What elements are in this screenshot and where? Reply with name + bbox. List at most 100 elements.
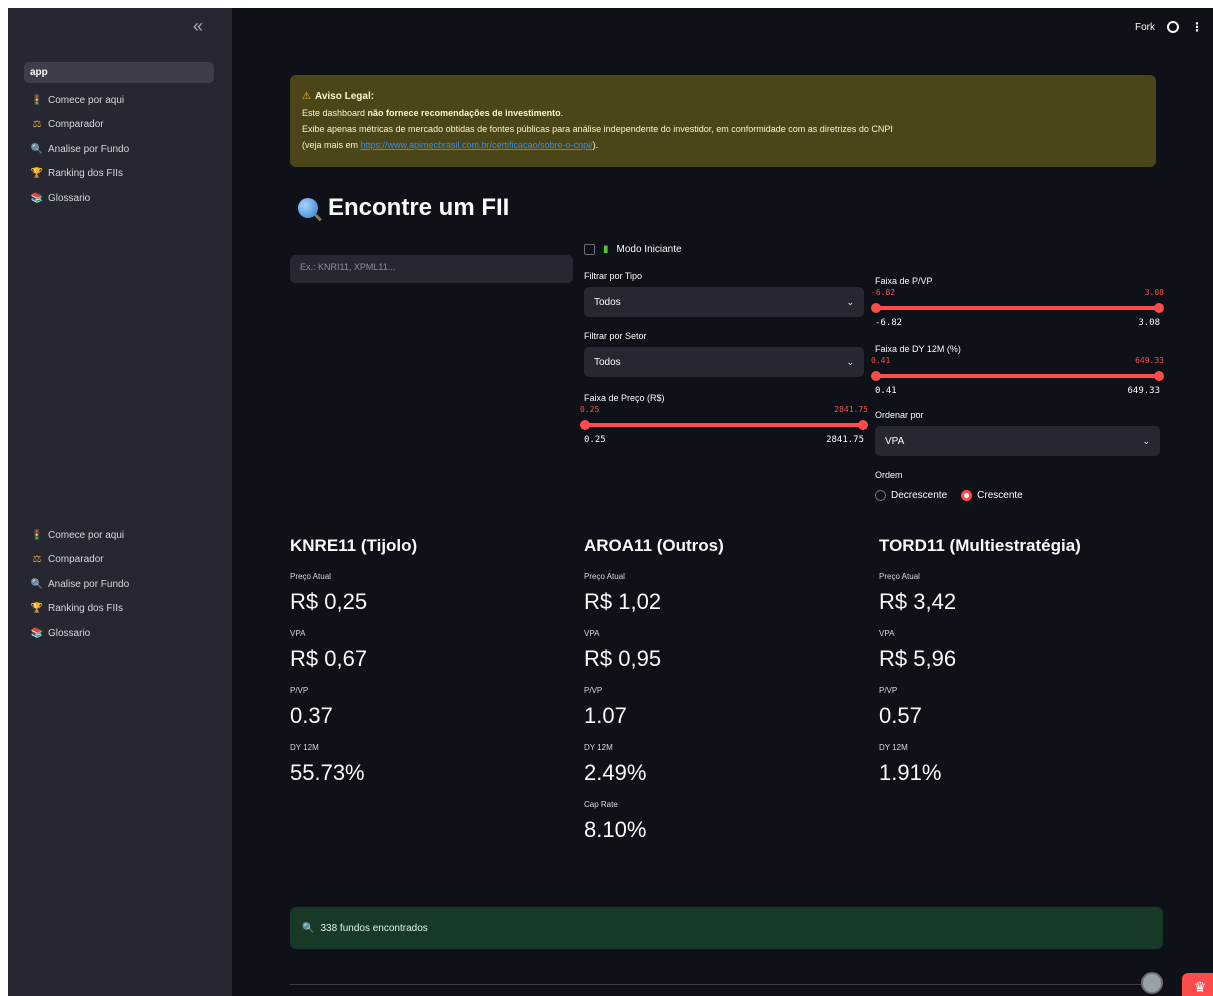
metric: VPA R$ 5,96 <box>879 629 1159 672</box>
sidebar-item-ranking[interactable]: 🏆 Ranking dos FIIs <box>24 597 214 622</box>
page-title-row: Encontre um FII <box>298 194 509 222</box>
fund-card: TORD11 (Multiestratégia) Preço Atual R$ 3… <box>879 536 1159 800</box>
sidebar-item-comparador[interactable]: ⚖ Comparador <box>24 548 214 573</box>
metric-value: 0.37 <box>290 703 333 728</box>
filters-column-3: Faixa de P/VP -6.82 3.08 -6.82 3.08 Faix… <box>871 276 1164 501</box>
preco-min-thumb-value: 0.25 <box>580 405 600 414</box>
radio-label: Decrescente <box>891 490 948 502</box>
pvp-min-thumb-value: -6.82 <box>871 288 896 297</box>
beginner-mode-checkbox[interactable] <box>584 243 595 255</box>
fund-card-title: TORD11 (Multiestratégia) <box>879 536 1081 555</box>
metric-label: VPA <box>584 629 600 638</box>
sidebar-item-comece[interactable]: 🚦 Comece por aqui <box>24 88 214 113</box>
sidebar-item-comece[interactable]: 🚦 Comece por aqui <box>24 523 214 548</box>
tipo-select[interactable]: Todos ⌄ <box>584 287 864 317</box>
metric: Cap Rate 8.10% <box>584 800 864 843</box>
results-count-alert: 🔍 338 fundos encontrados <box>290 907 1163 949</box>
crown-icon[interactable]: ♛ <box>1182 973 1213 996</box>
more-menu-icon[interactable]: ⋮ <box>1191 20 1203 34</box>
metric: Preço Atual R$ 1,02 <box>584 572 864 615</box>
metric-value: 55.73% <box>290 760 365 785</box>
setor-select[interactable]: Todos ⌄ <box>584 347 864 377</box>
pvp-max-value: 3.08 <box>1138 318 1160 328</box>
search-input[interactable]: Ex.: KNRI11, XPML11... <box>290 255 573 283</box>
sidebar-nav: app 🚦 Comece por aqui ⚖ Comparador 🔍 Ana… <box>24 62 214 211</box>
slider-track <box>875 306 1160 310</box>
radio-label: Crescente <box>977 490 1023 502</box>
sidebar-item-analise[interactable]: 🔍 Analise por Fundo <box>24 137 214 162</box>
magnifier-icon: 🔍 <box>302 922 315 934</box>
metric: VPA R$ 0,95 <box>584 629 864 672</box>
sidebar-item-label: Comece por aqui <box>48 529 125 541</box>
tipo-select-value: Todos <box>594 296 621 308</box>
sidebar-item-glossario[interactable]: 📚 Glossario <box>24 186 214 211</box>
order-label: Ordem <box>875 470 903 480</box>
books-icon: 📚 <box>30 192 44 204</box>
metric-value: 2.49% <box>584 760 647 785</box>
fund-card-title: KNRE11 (Tijolo) <box>290 536 418 555</box>
metric-label: VPA <box>879 629 895 638</box>
metric-value: 0.57 <box>879 703 922 728</box>
alert-line-2: Exibe apenas métricas de mercado obtidas… <box>302 124 893 134</box>
metric-label: P/VP <box>584 686 603 695</box>
order-desc-radio[interactable]: Decrescente <box>875 490 947 501</box>
metric: DY 12M 2.49% <box>584 743 864 786</box>
github-icon[interactable] <box>1167 21 1179 33</box>
pvp-range-slider[interactable]: -6.82 3.08 -6.82 3.08 <box>871 288 1164 334</box>
sidebar-item-glossario[interactable]: 📚 Glossario <box>24 621 214 646</box>
avatar[interactable] <box>1141 972 1163 994</box>
sidebar-item-comparador[interactable]: ⚖ Comparador <box>24 113 214 138</box>
slider-max-handle[interactable] <box>858 420 868 430</box>
slider-min-handle[interactable] <box>871 371 881 381</box>
metric-value: R$ 0,95 <box>584 646 662 671</box>
dy-range-label: Faixa de DY 12M (%) <box>875 344 961 354</box>
trophy-icon: 🏆 <box>30 603 44 615</box>
order-by-select-value: VPA <box>885 435 905 447</box>
metric-value: R$ 5,96 <box>879 646 957 671</box>
sidebar-item-analise[interactable]: 🔍 Analise por Fundo <box>24 572 214 597</box>
order-by-label: Ordenar por <box>875 410 924 420</box>
order-by-select[interactable]: VPA ⌄ <box>875 426 1160 456</box>
slider-min-handle[interactable] <box>580 420 590 430</box>
slider-min-handle[interactable] <box>871 303 881 313</box>
dy-max-thumb-value: 649.33 <box>1135 356 1164 365</box>
beginner-mode-checkbox-row[interactable]: ▮ Modo Iniciante <box>584 240 864 258</box>
fork-button[interactable]: Fork <box>1135 22 1155 33</box>
traffic-light-icon: 🚦 <box>30 94 44 106</box>
magnifier-icon: 🔍 <box>30 578 44 590</box>
order-radio-group: Decrescente Crescente <box>875 490 1160 501</box>
slider-max-handle[interactable] <box>1154 371 1164 381</box>
preco-max-value: 2841.75 <box>826 435 864 445</box>
metric: Preço Atual R$ 0,25 <box>290 572 570 615</box>
metric-label: Cap Rate <box>584 800 618 809</box>
preco-range-slider[interactable]: 0.25 2841.75 0.25 2841.75 <box>580 405 868 451</box>
slider-max-handle[interactable] <box>1154 303 1164 313</box>
metric-label: Preço Atual <box>584 572 625 581</box>
sidebar-nav-secondary: 🚦 Comece por aqui ⚖ Comparador 🔍 Analise… <box>24 523 214 646</box>
cnpi-link[interactable]: https://www.apimecbrasil.com.br/certific… <box>361 140 593 150</box>
top-toolbar: Fork ⋮ <box>1135 20 1203 34</box>
dy-range-slider[interactable]: 0.41 649.33 0.41 649.33 <box>871 356 1164 402</box>
collapse-sidebar-button[interactable]: « <box>193 16 203 37</box>
radio-on-icon <box>961 490 973 501</box>
fund-card: KNRE11 (Tijolo) Preço Atual R$ 0,25 VPA R$… <box>290 536 570 800</box>
order-asc-radio[interactable]: Crescente <box>961 490 1023 501</box>
sidebar-item-label: Comparador <box>48 554 104 566</box>
books-icon: 📚 <box>30 627 44 639</box>
metric-value: 8.10% <box>584 817 647 842</box>
metric: P/VP 0.57 <box>879 686 1159 729</box>
slider-track <box>875 374 1160 378</box>
legal-warning-alert: ⚠ Aviso Legal: Este dashboard não fornece… <box>290 75 1156 167</box>
tipo-filter-label: Filtrar por Tipo <box>584 271 643 281</box>
metric-label: Preço Atual <box>879 572 920 581</box>
metric-label: DY 12M <box>584 743 613 752</box>
warning-icon: ⚠ <box>302 91 311 102</box>
metric: Preço Atual R$ 3,42 <box>879 572 1159 615</box>
sidebar-item-label: Comece por aqui <box>48 94 125 106</box>
metric: DY 12M 55.73% <box>290 743 570 786</box>
metric-value: R$ 0,67 <box>290 646 368 671</box>
scales-icon: ⚖ <box>32 119 42 131</box>
sidebar-item-ranking[interactable]: 🏆 Ranking dos FIIs <box>24 162 214 187</box>
sidebar-item-app[interactable]: app <box>24 62 214 83</box>
alert-title-row: ⚠ Aviso Legal: <box>302 89 1144 105</box>
